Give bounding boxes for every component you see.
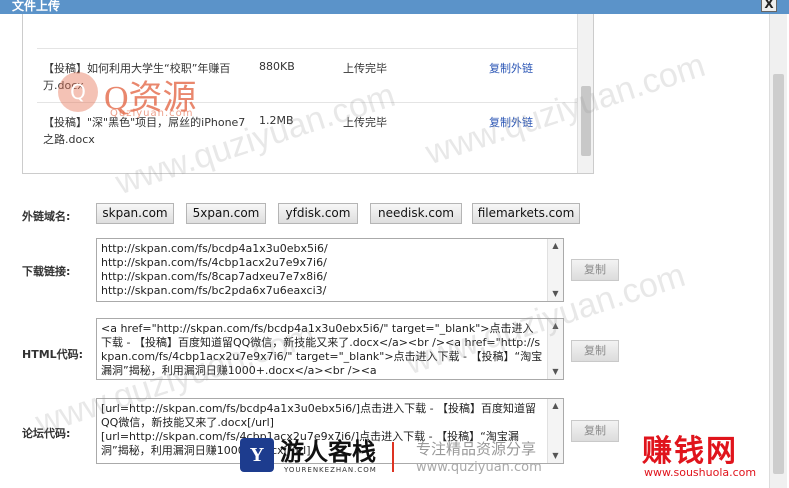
scroll-down-icon[interactable]: ▼ xyxy=(548,287,563,301)
footer-logo-url: www.quziyuan.com xyxy=(416,460,542,475)
domain-button-5xpan[interactable]: 5xpan.com xyxy=(186,203,266,224)
download-links-text: http://skpan.com/fs/bcdp4a1x3u0ebx5i6/ h… xyxy=(101,242,328,297)
footer-logo-separator xyxy=(392,442,408,472)
watermark-logo-url: Quziyuan.com xyxy=(110,108,194,119)
copy-link-button[interactable]: 复制外链 xyxy=(489,114,533,130)
scroll-up-icon[interactable]: ▲ xyxy=(548,399,563,413)
footer-logo-slogan: 专注精品资源分享 xyxy=(416,440,537,458)
corner-logo: 赚钱网 www.soushuola.com xyxy=(640,426,780,486)
textarea-scrollbar[interactable]: ▲ ▼ xyxy=(547,239,563,301)
corner-logo-name: 赚钱网 xyxy=(642,435,738,468)
upload-status: 上传完毕 xyxy=(343,62,387,75)
domain-button-skpan[interactable]: skpan.com xyxy=(96,203,174,224)
scroll-up-icon[interactable]: ▲ xyxy=(548,319,563,333)
watermark-logo: Q Q资源 Quziyuan.com xyxy=(58,70,268,120)
html-code-label: HTML代码: xyxy=(22,348,84,361)
forum-code-label: 论坛代码: xyxy=(22,427,71,440)
dialog-scrollbar[interactable] xyxy=(769,14,787,488)
footer-logo-domain: YOURENKEZHAN.COM xyxy=(284,466,377,474)
html-code-text: <a href="http://skpan.com/fs/bcdp4a1x3u0… xyxy=(101,322,543,377)
file-list-scrollbar[interactable] xyxy=(577,14,593,173)
copy-html-button[interactable]: 复制 xyxy=(571,340,619,362)
upload-status: 上传完毕 xyxy=(343,116,387,129)
copy-link-button[interactable]: 复制外链 xyxy=(489,60,533,76)
textarea-scrollbar[interactable]: ▲ ▼ xyxy=(547,319,563,379)
domain-label: 外链域名: xyxy=(22,210,71,223)
footer-logo: Y 游人客栈 YOURENKEZHAN.COM 专注精品资源分享 www.quz… xyxy=(240,428,590,486)
logo-badge-icon: Q xyxy=(58,72,98,112)
file-list-scrollbar-thumb[interactable] xyxy=(581,86,591,156)
download-links-textarea[interactable]: http://skpan.com/fs/bcdp4a1x3u0ebx5i6/ h… xyxy=(96,238,564,302)
corner-logo-url: www.soushuola.com xyxy=(644,466,757,479)
footer-logo-mark-icon: Y xyxy=(240,438,274,472)
dialog-scrollbar-thumb[interactable] xyxy=(773,74,784,474)
download-label: 下载链接: xyxy=(22,265,71,278)
copy-download-button[interactable]: 复制 xyxy=(571,259,619,281)
scroll-down-icon[interactable]: ▼ xyxy=(548,365,563,379)
scroll-up-icon[interactable]: ▲ xyxy=(548,239,563,253)
domain-button-yfdisk[interactable]: yfdisk.com xyxy=(278,203,358,224)
html-code-textarea[interactable]: <a href="http://skpan.com/fs/bcdp4a1x3u0… xyxy=(96,318,564,380)
dialog-title: 文件上传 xyxy=(12,0,61,13)
close-icon[interactable]: X xyxy=(761,0,777,12)
dialog-titlebar: 文件上传 X xyxy=(0,0,789,14)
footer-logo-name: 游人客栈 xyxy=(280,440,376,466)
domain-button-filemarkets[interactable]: filemarkets.com xyxy=(472,203,580,224)
domain-button-needisk[interactable]: needisk.com xyxy=(370,203,462,224)
